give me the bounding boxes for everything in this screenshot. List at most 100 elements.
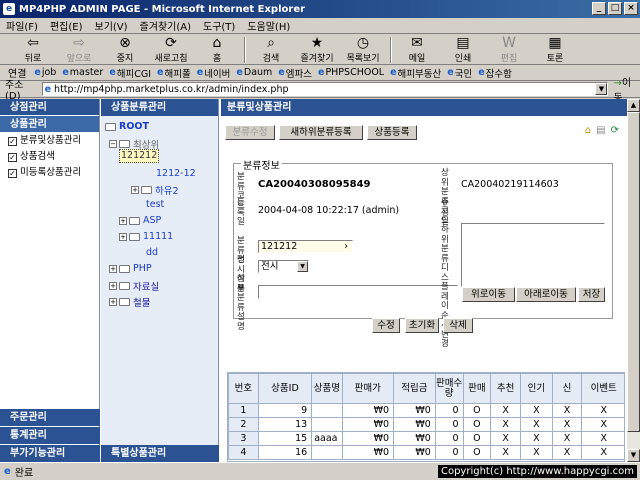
- new-subcategory-button[interactable]: 새하위분류등록: [279, 125, 363, 140]
- minimize-button[interactable]: _: [592, 2, 606, 15]
- expand-icon[interactable]: +: [119, 232, 127, 241]
- tree-node-dd[interactable]: dd: [146, 247, 158, 258]
- tree-node-11111[interactable]: +11111: [119, 231, 173, 242]
- col-product-name[interactable]: 상품명: [311, 373, 343, 404]
- move-up-button[interactable]: 위로이동: [462, 287, 515, 302]
- scroll-thumb[interactable]: [627, 112, 640, 432]
- mail-button[interactable]: ✉ 메일: [398, 35, 436, 64]
- table-row[interactable]: 1 9 ₩0 ₩0 0 O X X X X: [228, 403, 624, 418]
- col-product-id[interactable]: 상품ID: [257, 373, 313, 404]
- edit-page-button[interactable]: W 편집: [490, 35, 528, 64]
- nav-special-products[interactable]: 특별상품관리: [101, 445, 219, 462]
- move-down-button[interactable]: 아래로이동: [516, 287, 576, 302]
- nav-extra-features[interactable]: 부가기능관리: [0, 445, 100, 462]
- discuss-button[interactable]: ▦ 토론: [536, 35, 574, 64]
- table-cell: X: [581, 445, 624, 460]
- tree-node-test[interactable]: test: [146, 199, 164, 210]
- table-cell: ₩0: [393, 403, 436, 418]
- tree-node-label: 자료실: [133, 282, 160, 293]
- maximize-button[interactable]: □: [608, 2, 622, 15]
- expand-icon[interactable]: +: [109, 264, 117, 273]
- product-register-button[interactable]: 상품등록: [367, 125, 417, 140]
- tree-node-asp[interactable]: + ASP: [119, 215, 161, 226]
- link-happycgi[interactable]: e 해피CGI: [109, 66, 151, 80]
- tree-node-1212-12[interactable]: 1212-12: [156, 168, 196, 179]
- menu-tools[interactable]: 도구(T): [203, 18, 235, 33]
- subcategory-order-list[interactable]: [461, 223, 605, 287]
- refresh-button[interactable]: ⟳ 새로고침: [152, 35, 190, 64]
- link-jabsuham[interactable]: e 잡수함: [478, 66, 512, 80]
- col-number[interactable]: 번호: [228, 373, 259, 404]
- link-empas[interactable]: e 엠파스: [278, 66, 312, 80]
- delete-button[interactable]: 삭제: [443, 318, 473, 333]
- tree-node-121212[interactable]: −121212: [119, 149, 160, 163]
- tree-node-hardware[interactable]: + 철물: [109, 295, 150, 309]
- chevron-down-icon[interactable]: ▼: [297, 261, 308, 272]
- menu-edit[interactable]: 편집(E): [50, 18, 83, 33]
- col-popular[interactable]: 인기: [520, 373, 553, 404]
- col-price[interactable]: 판매가: [341, 373, 395, 404]
- history-button[interactable]: ◷ 목록보기: [344, 35, 382, 64]
- collapse-icon[interactable]: −: [109, 140, 117, 148]
- reset-button[interactable]: 초기화: [405, 318, 439, 333]
- link-kookmin[interactable]: e 국민: [447, 66, 472, 80]
- address-input[interactable]: e http://mp4php.marketplus.co.kr/admin/i…: [41, 82, 609, 96]
- menu-file[interactable]: 파일(F): [6, 18, 38, 33]
- expand-icon[interactable]: +: [109, 282, 117, 290]
- favorites-button[interactable]: ★ 즐겨찾기: [298, 35, 336, 64]
- link-phpschool[interactable]: e PHPSCHOOL: [318, 67, 384, 78]
- col-points[interactable]: 적립금: [393, 373, 436, 404]
- col-new[interactable]: 신: [551, 373, 583, 404]
- home-button[interactable]: ⌂ 홈: [198, 35, 236, 64]
- nav-product-management[interactable]: 상품관리: [0, 116, 99, 133]
- link-master[interactable]: e master: [62, 67, 103, 78]
- category-desc-input[interactable]: [258, 285, 458, 299]
- table-row[interactable]: 3 15 aaaa ₩0 ₩0 0 O X X X X: [228, 431, 624, 446]
- link-daum[interactable]: e Daum: [236, 67, 272, 78]
- scroll-down-icon[interactable]: ▼: [627, 449, 640, 462]
- print-button[interactable]: ▤ 인쇄: [444, 35, 482, 64]
- save-order-button[interactable]: 저장: [578, 287, 605, 302]
- edit-category-button[interactable]: 분류수정: [225, 125, 275, 140]
- col-sales-qty[interactable]: 판매수량: [434, 373, 464, 404]
- edit-button[interactable]: 수정: [372, 318, 400, 333]
- address-dropdown-icon[interactable]: ▼: [595, 83, 608, 95]
- refresh-small-icon[interactable]: ⟳: [611, 125, 619, 136]
- col-on-sale[interactable]: 판매: [462, 373, 492, 404]
- table-row[interactable]: 4 16 ₩0 ₩0 0 O X X X X: [228, 445, 624, 460]
- forward-label: 앞으로: [66, 54, 92, 64]
- expand-icon[interactable]: +: [119, 216, 127, 225]
- tree-node-hayu2[interactable]: + 하유2: [131, 183, 179, 197]
- scroll-up-icon[interactable]: ▲: [627, 99, 640, 112]
- category-name-input[interactable]: 121212 ›: [258, 240, 353, 253]
- expand-icon[interactable]: +: [109, 298, 117, 306]
- link-naver[interactable]: e 네이버: [197, 66, 231, 80]
- back-button[interactable]: ⇦ 뒤로: [14, 35, 52, 64]
- nav-item-category-products[interactable]: ✓ 분류및상품관리: [0, 133, 99, 149]
- close-button[interactable]: ×: [624, 2, 638, 15]
- nav-item-product-search[interactable]: ✓ 상품검색: [0, 149, 99, 165]
- menu-view[interactable]: 보기(V): [95, 18, 128, 33]
- link-happypol[interactable]: e 해피폴: [157, 66, 191, 80]
- col-event[interactable]: 이벤트: [581, 373, 624, 404]
- nav-item-unregistered[interactable]: ✓ 미등록상품관리: [0, 165, 99, 181]
- tree-node-archive[interactable]: + 자료실: [109, 279, 159, 293]
- display-select[interactable]: 전시 ▼: [258, 260, 309, 273]
- print-small-icon[interactable]: ▤: [596, 125, 605, 136]
- stop-button[interactable]: ⊗ 중지: [106, 35, 144, 64]
- forward-button[interactable]: ⇨ 앞으로: [60, 35, 98, 64]
- link-happy-realestate[interactable]: e 해피부동산: [390, 66, 441, 80]
- vertical-scrollbar[interactable]: ▲ ▼: [627, 99, 640, 462]
- nav-statistics[interactable]: 통계관리: [0, 427, 100, 444]
- col-recommended[interactable]: 추천: [490, 373, 521, 404]
- tree-node-root[interactable]: ROOT: [105, 121, 149, 132]
- table-row[interactable]: 2 13 ₩0 ₩0 0 O X X X X: [228, 417, 624, 432]
- search-button[interactable]: ⌕ 검색: [252, 35, 290, 64]
- expand-icon[interactable]: +: [131, 186, 139, 194]
- menu-help[interactable]: 도움말(H): [247, 18, 290, 33]
- tree-node-php[interactable]: + PHP: [109, 263, 152, 274]
- nav-shop-management[interactable]: 상점관리: [0, 99, 99, 116]
- nav-order-management[interactable]: 주문관리: [0, 409, 100, 426]
- menu-favorites[interactable]: 즐겨찾기(A): [140, 18, 191, 33]
- home-small-icon[interactable]: ⌂: [585, 125, 591, 136]
